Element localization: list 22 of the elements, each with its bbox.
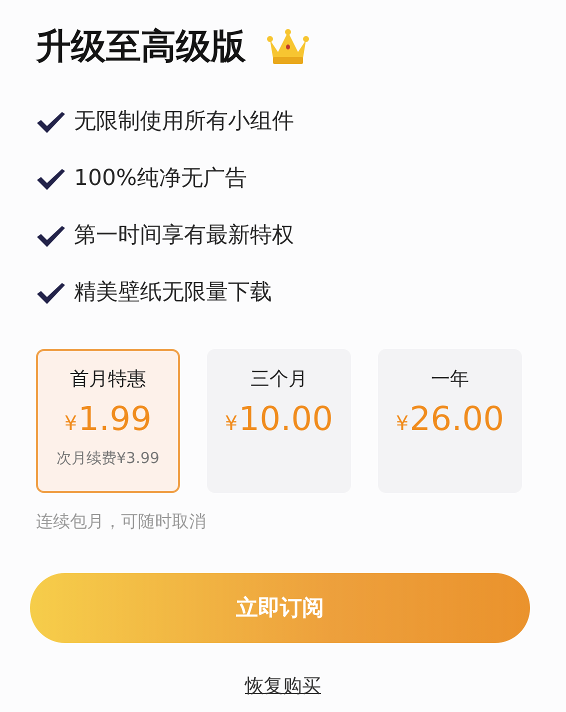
plan-name: 三个月 — [250, 367, 308, 391]
feature-text: 无限制使用所有小组件 — [74, 108, 294, 136]
feature-text: 100%纯净无广告 — [74, 165, 247, 193]
page-title: 升级至高级版 — [36, 26, 246, 68]
checkmark-icon — [36, 281, 66, 305]
plan-name: 首月特惠 — [70, 367, 146, 391]
restore-purchase-link[interactable]: 恢复购买 — [245, 673, 321, 699]
plan-price: ¥1.99 — [64, 399, 152, 440]
checkmark-icon — [36, 167, 66, 191]
checkmark-icon — [36, 110, 66, 134]
plan-price: ¥10.00 — [224, 399, 334, 440]
plan-card[interactable]: 三个月 ¥10.00 — [207, 349, 351, 493]
plan-price: ¥26.00 — [396, 399, 504, 440]
plan-card[interactable]: 首月特惠 ¥1.99 次月续费¥3.99 — [36, 349, 180, 493]
subscription-note: 连续包月，可随时取消 — [36, 511, 207, 533]
feature-text: 第一时间享有最新特权 — [74, 222, 294, 250]
plan-card[interactable]: 一年 ¥26.00 — [378, 349, 522, 493]
feature-text: 精美壁纸无限量下载 — [74, 279, 272, 307]
checkmark-icon — [36, 224, 66, 248]
plan-name: 一年 — [431, 367, 469, 391]
renewal-price: 次月续费¥3.99 — [56, 449, 160, 468]
crown-icon — [266, 28, 310, 66]
